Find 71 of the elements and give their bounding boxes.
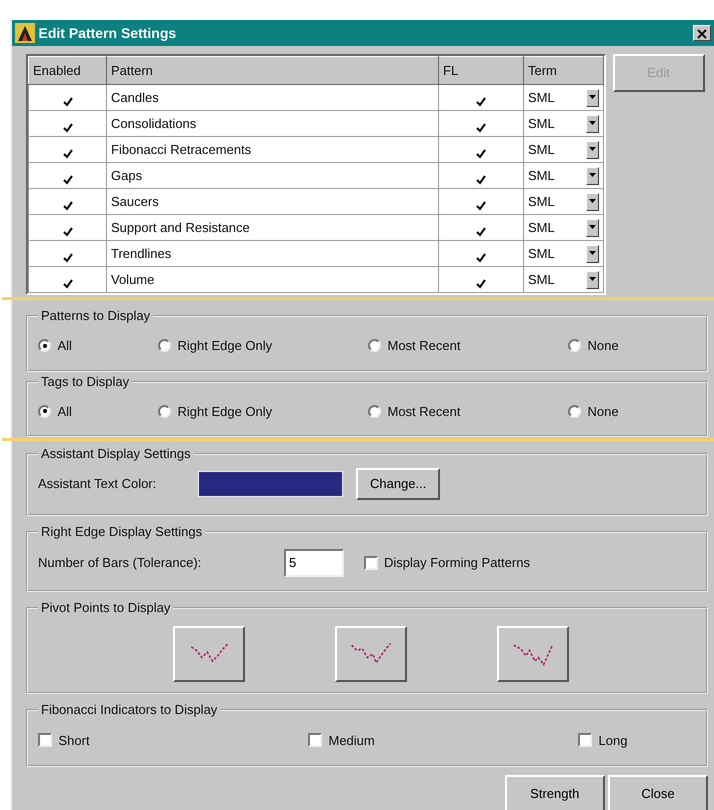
pivot-button[interactable] [173,626,245,682]
term-value: SML [528,218,555,237]
table-cell: Consolidations [106,110,438,136]
dialog-button[interactable]: Close [608,775,708,810]
caret-icon [589,276,596,281]
field-label: Number of Bars (Tolerance): [38,554,202,572]
radio-option[interactable]: Most Recent [368,336,568,356]
caret-icon [589,224,596,229]
app-icon [15,23,36,43]
column-header: Pattern [106,56,438,84]
group-title: Pivot Points to Display [40,600,172,616]
group-title: Fibonacci Indicators to Display [40,702,218,718]
number-field[interactable]: 5 [284,548,344,576]
radio-option[interactable]: All [38,336,158,356]
checkbox[interactable] [308,733,322,748]
term-value: SML [528,166,555,185]
color-swatch[interactable] [198,470,343,497]
group-title: Patterns to Display [40,308,152,324]
pivot-button[interactable] [335,626,407,682]
dropdown-button[interactable] [586,244,599,262]
dropdown-button[interactable] [586,114,599,132]
dropdown-button[interactable] [586,218,599,236]
checkbox[interactable] [578,733,592,748]
radio-option[interactable]: Right Edge Only [158,402,368,421]
radio-option[interactable]: None [568,336,619,356]
dropdown-button[interactable] [586,192,599,210]
term-value: SML [528,244,555,263]
column-header: FL [438,56,524,84]
group-title: Tags to Display [40,374,130,390]
column-header: Term [524,56,604,84]
dropdown-button[interactable] [586,166,599,184]
table-cell: Candles [106,84,438,110]
caret-icon [589,146,596,151]
term-value: SML [528,114,555,133]
checkbox-option[interactable]: Display Forming Patterns [364,552,530,572]
checkbox-option[interactable]: Long [578,730,628,750]
checkbox[interactable] [364,556,378,570]
table-cell: Support and Resistance [106,214,438,240]
term-value: SML [528,88,555,107]
dropdown-button[interactable] [586,270,599,288]
close-button[interactable] [692,25,711,41]
radio-option[interactable]: Right Edge Only [158,336,368,356]
checkbox-option[interactable]: Medium [308,730,578,750]
group-title: Right Edge Display Settings [40,524,204,540]
field-label: Assistant Text Color: [38,475,158,493]
table-cell: Trendlines [106,240,438,266]
term-value: SML [528,270,555,289]
checkbox[interactable] [38,733,52,748]
caret-icon [589,172,596,177]
table-cell: Volume [106,266,438,292]
dropdown-button[interactable] [586,88,599,106]
term-value: SML [528,192,555,211]
radio-option[interactable]: All [38,402,158,421]
window-title: Edit Pattern Settings [38,24,178,43]
column-header: Enabled [28,56,106,84]
term-value: SML [528,140,555,159]
change-button[interactable]: Change... [356,468,440,500]
pivot-button[interactable] [497,626,569,682]
caret-icon [589,120,596,125]
radio-option[interactable]: None [568,402,619,421]
table-cell: Fibonacci Retracements [106,136,438,162]
dialog-button[interactable]: Strength [504,775,605,810]
group-title: Assistant Display Settings [40,446,192,462]
table-cell: Saucers [106,188,438,214]
caret-icon [589,250,596,255]
caret-icon [589,198,596,203]
table-cell: Gaps [106,162,438,188]
caret-icon [589,94,596,99]
dropdown-button[interactable] [586,140,599,158]
checkbox-option[interactable]: Short [38,730,308,750]
radio-option[interactable]: Most Recent [368,402,568,421]
